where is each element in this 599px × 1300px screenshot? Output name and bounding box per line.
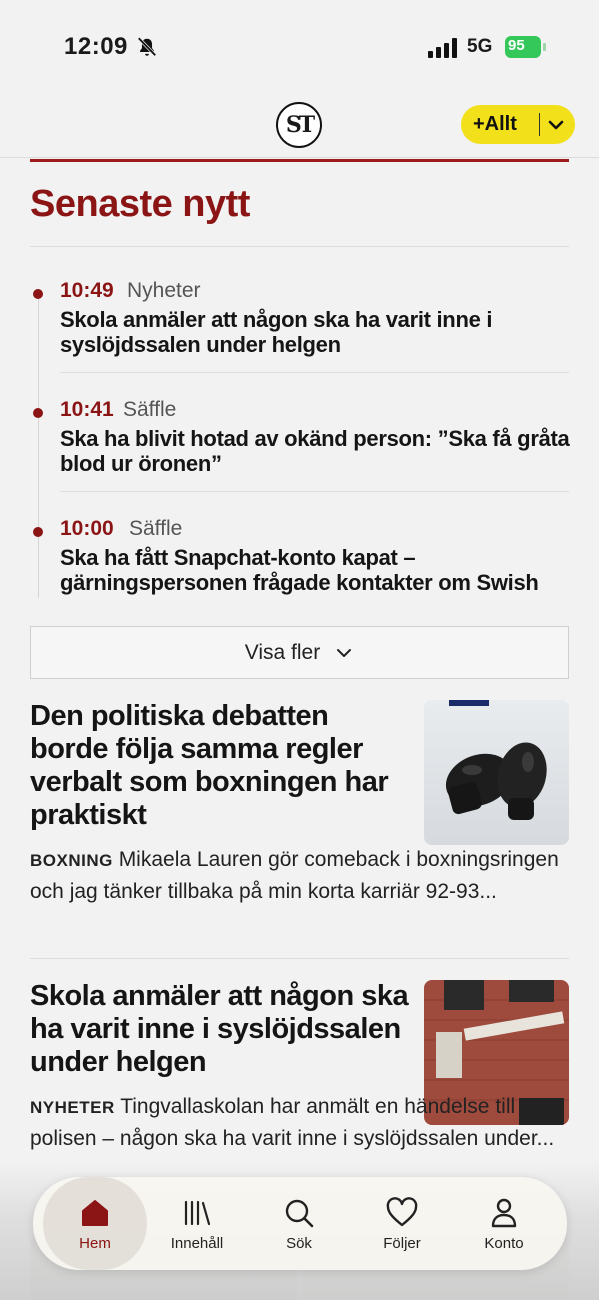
network-label: 5G	[467, 36, 493, 57]
heart-icon	[386, 1197, 418, 1227]
news-headline[interactable]: Skola anmäler att någon ska ha varit inn…	[60, 307, 570, 357]
article-lead: BOXNING Mikaela Lauren gör comeback i bo…	[30, 844, 569, 907]
divider	[30, 958, 569, 959]
tab-account[interactable]: Konto	[452, 1177, 556, 1270]
tab-label: Sök	[286, 1235, 312, 1252]
home-icon	[82, 1200, 108, 1226]
news-category: Nyheter	[127, 279, 201, 302]
status-time: 12:09	[64, 33, 128, 60]
bottom-tab-bar: Hem Innehåll Sök Följer Konto	[33, 1177, 567, 1270]
article-title[interactable]: Den politiska debatten borde följa samma…	[30, 700, 410, 832]
tab-home[interactable]: Hem	[43, 1177, 147, 1270]
chevron-down-icon[interactable]	[545, 114, 567, 136]
tab-label: Innehåll	[170, 1235, 224, 1252]
article-image-boxing-gloves[interactable]	[424, 700, 569, 845]
article-card[interactable]: Den politiska debatten borde följa samma…	[30, 700, 569, 940]
app-header: ST +Allt	[0, 96, 599, 158]
tab-search[interactable]: Sök	[247, 1177, 351, 1270]
latest-news-item[interactable]: 10:00 Säffle Ska ha fått Snapchat-konto …	[30, 517, 569, 597]
show-more-button[interactable]: Visa fler	[30, 626, 569, 679]
status-bar: 12:09 5G 95	[0, 0, 599, 90]
bell-muted-icon	[137, 37, 157, 57]
filter-all-button[interactable]: +Allt	[461, 105, 575, 144]
article-card[interactable]: Skola anmäler att någon ska ha varit inn…	[30, 980, 569, 1180]
st-logo[interactable]: ST	[276, 102, 322, 148]
library-icon	[184, 1200, 211, 1226]
tab-following[interactable]: Följer	[350, 1177, 454, 1270]
news-category: Säffle	[129, 517, 183, 540]
article-kicker: NYHETER	[30, 1098, 115, 1117]
tab-contents[interactable]: Innehåll	[145, 1177, 249, 1270]
battery-icon: 95	[505, 36, 547, 58]
person-icon	[491, 1198, 517, 1228]
tab-label: Hem	[79, 1235, 111, 1252]
timeline-dot	[33, 408, 43, 418]
latest-news-item[interactable]: 10:41 Säffle Ska ha blivit hotad av okän…	[30, 398, 570, 478]
divider	[60, 491, 569, 492]
search-icon	[285, 1199, 314, 1228]
news-headline[interactable]: Ska ha fått Snapchat-konto kapat – gärni…	[60, 545, 599, 595]
news-time: 10:00	[60, 517, 114, 540]
news-headline[interactable]: Ska ha blivit hotad av okänd person: ”Sk…	[60, 426, 570, 476]
article-kicker: BOXNING	[30, 851, 113, 870]
news-time: 10:49	[60, 279, 114, 302]
filter-all-label: +Allt	[473, 113, 517, 135]
article-title[interactable]: Skola anmäler att någon ska ha varit inn…	[30, 980, 410, 1079]
article-lead: NYHETER Tingvallaskolan har anmält en hä…	[30, 1091, 569, 1154]
section-accent-rule	[30, 159, 569, 162]
chevron-down-icon	[337, 648, 352, 657]
section-title: Senaste nytt	[30, 183, 250, 225]
divider	[60, 372, 569, 373]
tab-label: Konto	[484, 1235, 524, 1252]
news-category: Säffle	[123, 398, 177, 421]
show-more-label: Visa fler	[244, 640, 321, 664]
tab-label: Följer	[383, 1235, 421, 1252]
news-time: 10:41	[60, 398, 114, 421]
latest-news-item[interactable]: 10:49 Nyheter Skola anmäler att någon sk…	[30, 279, 569, 359]
divider	[30, 246, 569, 247]
signal-icon	[428, 38, 457, 58]
timeline-dot	[33, 289, 43, 299]
timeline-dot	[33, 527, 43, 537]
battery-level: 95	[508, 37, 525, 54]
